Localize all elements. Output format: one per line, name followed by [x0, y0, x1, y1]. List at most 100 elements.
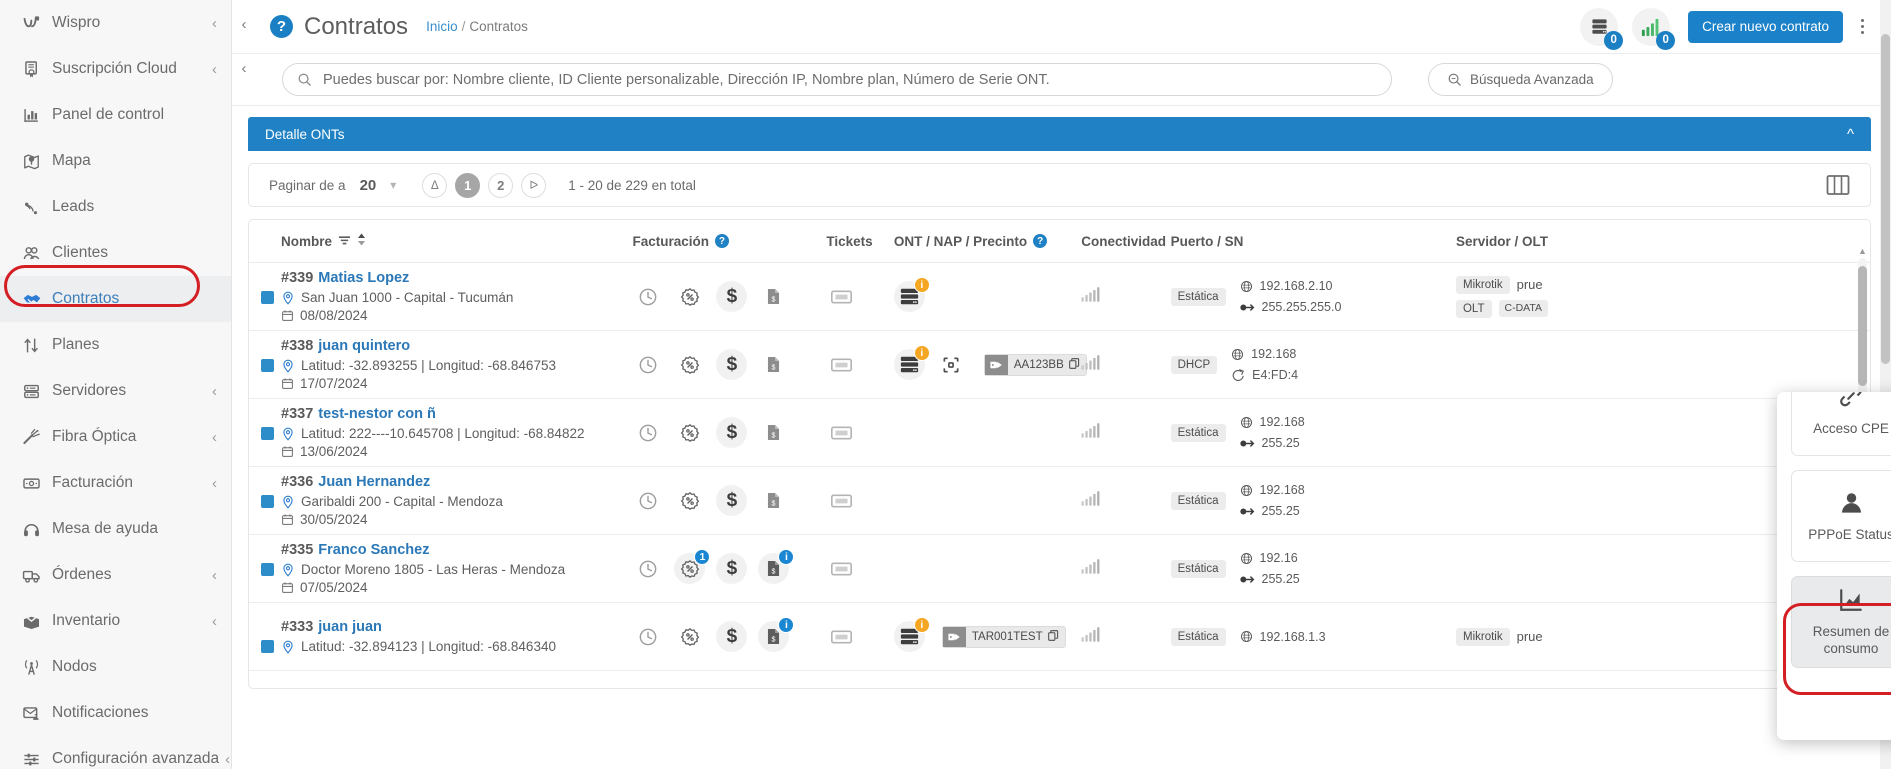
create-contract-button[interactable]: Crear nuevo contrato [1688, 10, 1843, 43]
client-name-link[interactable]: Matias Lopez [318, 270, 409, 286]
ont-detail-panel-header[interactable]: Detalle ONTs ^ [248, 117, 1871, 151]
sidebar-item-nodos[interactable]: Nodos [0, 644, 231, 690]
payments-button[interactable]: $ [716, 349, 748, 380]
sidebar-item-wispro[interactable]: Wispro ‹ [0, 0, 231, 46]
pagination-last-button[interactable]: ᐅ [521, 172, 547, 198]
invoices-button[interactable]: $ [758, 349, 789, 380]
sidebar-item-servidores[interactable]: Servidores ‹ [0, 368, 231, 414]
chevron-left-icon[interactable]: ‹ [212, 384, 217, 399]
help-icon[interactable]: ? [270, 15, 293, 38]
sidebar-item-notificaciones[interactable]: Notificaciones [0, 690, 231, 736]
billing-history-button[interactable] [632, 553, 663, 584]
ont-device-button[interactable]: i [893, 345, 930, 380]
sidebar-item-clientes[interactable]: Clientes [0, 230, 231, 276]
breadcrumb-home-link[interactable]: Inicio [426, 19, 458, 34]
copy-icon[interactable] [1068, 357, 1080, 372]
pagination-page-1[interactable]: 1 [455, 172, 481, 198]
invoices-button[interactable]: $ i [758, 617, 795, 652]
table-row[interactable]: #335 Franco Sanchez Doctor Moreno 1805 - L… [249, 534, 1870, 603]
filter-icon[interactable] [338, 234, 351, 249]
nap-button[interactable] [936, 349, 967, 380]
precinto-tag[interactable]: TAR001TEST [941, 625, 1066, 648]
discount-button[interactable] [674, 417, 705, 448]
tickets-button[interactable] [826, 621, 857, 652]
help-icon[interactable]: ? [1033, 234, 1048, 248]
scroll-up-arrow[interactable]: ▲ [1858, 246, 1867, 256]
sidebar-item-fibra-ptica[interactable]: Fibra Óptica ‹ [0, 414, 231, 460]
sidebar-item-panel-de-control[interactable]: Panel de control [0, 92, 231, 138]
pagination-page-2[interactable]: 2 [488, 172, 514, 198]
sidebar-item-contratos[interactable]: Contratos [0, 276, 231, 322]
chevron-left-icon[interactable]: ‹ [225, 752, 230, 767]
sidebar-item-facturaci-n[interactable]: Facturación ‹ [0, 460, 231, 506]
discount-button[interactable] [674, 485, 705, 516]
table-row[interactable]: #337 test-nestor con ñ Latitud: 222----10.… [249, 398, 1870, 467]
discount-button[interactable] [674, 349, 705, 380]
sidebar-item-inventario[interactable]: Inventario ‹ [0, 598, 231, 644]
search-field-wrapper[interactable] [282, 63, 1392, 96]
tickets-button[interactable] [826, 553, 857, 584]
payments-button[interactable]: $ [716, 553, 748, 584]
page-size-value[interactable]: 20 [360, 177, 377, 194]
tickets-button[interactable] [826, 485, 857, 516]
billing-history-button[interactable] [632, 417, 663, 448]
sidebar-item-leads[interactable]: Leads [0, 184, 231, 230]
table-row[interactable]: #336 Juan Hernandez Garibaldi 200 - Capita… [249, 466, 1870, 535]
discount-button[interactable] [674, 281, 705, 312]
help-icon[interactable]: ? [714, 234, 729, 248]
billing-history-button[interactable] [632, 485, 663, 516]
invoices-button[interactable]: $ [758, 281, 789, 312]
payments-button[interactable]: $ [716, 621, 748, 652]
page-scrollbar-thumb[interactable] [1881, 34, 1890, 364]
sidebar-item-configuraci-n-avanzada[interactable]: Configuración avanzada ‹ [0, 736, 231, 769]
client-name-link[interactable]: juan quintero [318, 338, 410, 354]
chevron-down-icon[interactable]: ▾ [390, 178, 396, 192]
popup-tile-acceso-cpe[interactable]: Acceso CPE [1791, 392, 1891, 456]
chevron-left-icon[interactable]: ‹ [212, 476, 217, 491]
billing-history-button[interactable] [632, 621, 663, 652]
chevron-left-icon[interactable]: ‹ [212, 16, 217, 31]
client-name-link[interactable]: Juan Hernandez [318, 474, 430, 490]
chevron-left-icon[interactable]: ‹ [212, 430, 217, 445]
precinto-tag[interactable]: AA123BB [983, 353, 1087, 376]
sidebar-item-suscripci-n-cloud[interactable]: Suscripción Cloud ‹ [0, 46, 231, 92]
client-name-link[interactable]: juan juan [318, 619, 382, 635]
sidebar-item-mesa-de-ayuda[interactable]: Mesa de ayuda [0, 506, 231, 552]
tickets-button[interactable] [826, 417, 857, 448]
advanced-search-button[interactable]: Búsqueda Avanzada [1428, 63, 1613, 96]
payments-button[interactable]: $ [716, 485, 748, 516]
table-row[interactable]: #339 Matias Lopez San Juan 1000 - Capital … [249, 262, 1870, 331]
payments-button[interactable]: $ [716, 417, 748, 448]
signal-status-button[interactable]: 0 [1632, 7, 1676, 50]
sidebar-item-mapa[interactable]: Mapa [0, 138, 231, 184]
chevron-left-icon[interactable]: ‹ [212, 62, 217, 77]
tickets-button[interactable] [826, 281, 857, 312]
table-row[interactable]: #338 juan quintero Latitud: -32.893255 | L… [249, 330, 1870, 399]
payments-button[interactable]: $ [716, 281, 748, 312]
search-input[interactable] [321, 70, 1377, 89]
chevron-left-icon[interactable]: ‹ [212, 568, 217, 583]
invoices-button[interactable]: $ [758, 485, 789, 516]
client-name-link[interactable]: Franco Sanchez [318, 542, 429, 558]
popup-tile-resumen-de-consumo[interactable]: Resumen de consumo [1791, 576, 1891, 668]
copy-icon[interactable] [1047, 629, 1059, 644]
pagination-first-button[interactable]: ᐃ [422, 172, 448, 198]
invoices-button[interactable]: $ [758, 417, 789, 448]
discount-button[interactable] [674, 621, 705, 652]
sidebar-item-rdenes[interactable]: Órdenes ‹ [0, 552, 231, 598]
billing-history-button[interactable] [632, 281, 663, 312]
sidebar-item-planes[interactable]: Planes [0, 322, 231, 368]
column-settings-icon[interactable] [1826, 174, 1850, 196]
invoices-button[interactable]: $ i [758, 549, 795, 584]
table-row[interactable]: #333 juan juan Latitud: -32.894123 | Longi… [249, 602, 1870, 671]
collapse-sidebar-chevron[interactable]: ‹ [232, 16, 256, 33]
chevron-left-icon[interactable]: ‹ [212, 614, 217, 629]
discount-button[interactable]: 1 [674, 549, 711, 584]
chevron-up-icon[interactable]: ^ [1847, 126, 1854, 143]
servers-status-button[interactable]: 0 [1580, 7, 1624, 50]
ont-device-button[interactable]: i [893, 277, 930, 312]
scrollbar-thumb[interactable] [1858, 266, 1867, 386]
collapse-search-chevron[interactable]: ‹ [232, 60, 256, 77]
table-column-nombre[interactable]: Nombre [249, 220, 633, 263]
billing-history-button[interactable] [632, 349, 663, 380]
